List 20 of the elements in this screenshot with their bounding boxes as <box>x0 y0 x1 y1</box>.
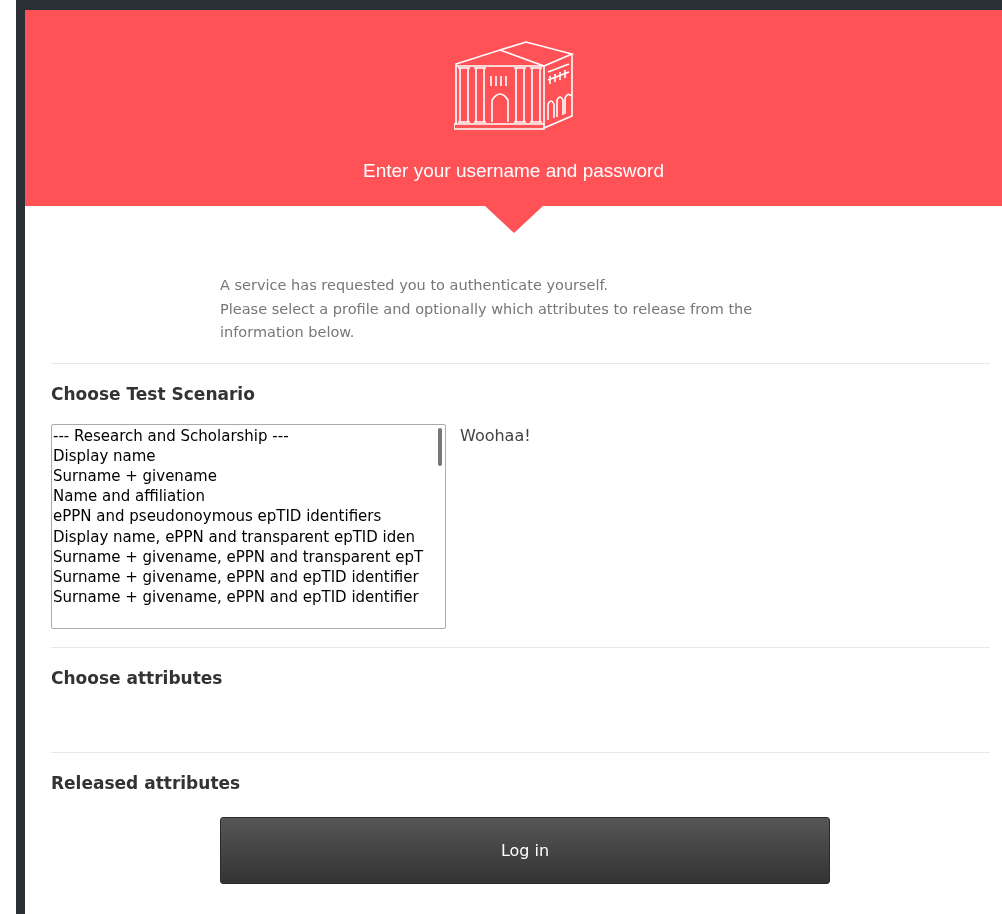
scenario-note: Woohaa! <box>460 425 531 445</box>
scenario-option[interactable]: Surname + givename <box>53 465 217 487</box>
scenario-option[interactable]: Display name, ePPN and transparent epTID iden <box>53 526 415 547</box>
section-heading: Choose Test Scenario <box>51 383 256 404</box>
scrollbar[interactable] <box>438 427 442 466</box>
intro-text: A service has requested you to authenticate yourself. <box>220 276 610 295</box>
scenario-option[interactable]: --- Research and Scholarship --- <box>53 425 289 446</box>
scenario-option[interactable]: Surname + givename, ePPN and epTID identifier <box>53 566 419 588</box>
scenario-option[interactable]: ePPN and pseudonoymous epTID identifiers <box>53 506 382 527</box>
scenario-list[interactable] <box>51 423 446 629</box>
intro-text: Please select a profile and optionally which attributes to release from the information below. <box>220 299 754 342</box>
scenario-option[interactable]: Surname + givename, ePPN and transparent epT <box>53 546 424 567</box>
scenario-option[interactable]: Surname + givename, ePPN and epTID identifier <box>53 587 419 608</box>
section-heading: Released attributes <box>51 772 242 793</box>
login-button[interactable]: Log in <box>220 816 830 884</box>
building-icon <box>453 38 574 130</box>
scenario-option[interactable]: Display name <box>53 445 156 466</box>
scenario-option[interactable]: Name and affiliation <box>53 486 205 507</box>
section-heading: Choose attributes <box>51 667 224 688</box>
page-title: Enter your username and password <box>363 160 664 182</box>
